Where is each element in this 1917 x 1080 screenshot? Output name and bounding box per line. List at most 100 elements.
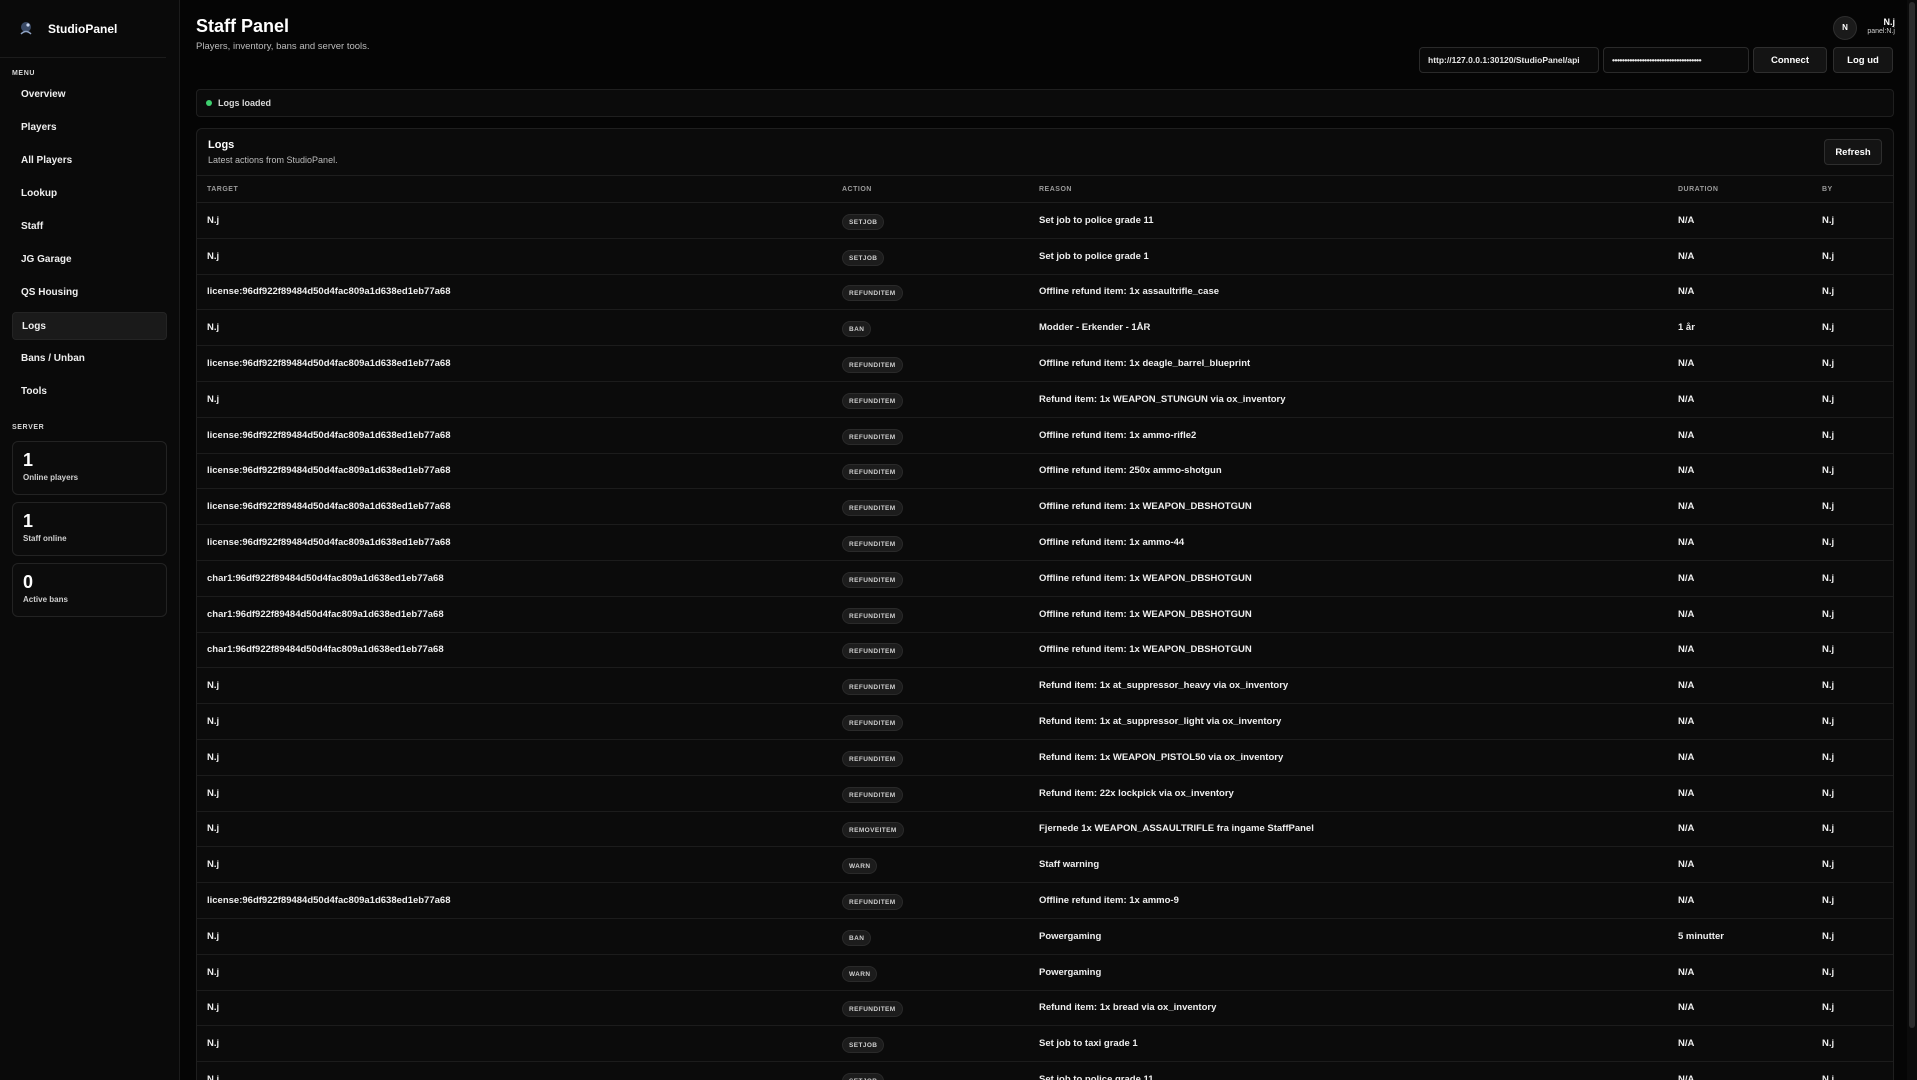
log-target: N.j (207, 1074, 220, 1080)
table-row[interactable]: char1:96df922f89484d50d4fac809a1d638ed1e… (197, 633, 1893, 669)
logs-header: Logs Latest actions from StudioPanel. Re… (197, 129, 1893, 175)
log-target: license:96df922f89484d50d4fac809a1d638ed… (207, 429, 451, 441)
log-action-cell: REFUNDITEM (842, 676, 1039, 696)
action-badge: WARN (842, 858, 878, 875)
stat-card: 1 Online players (12, 441, 167, 495)
table-row[interactable]: N.j REFUNDITEM Refund item: 1x at_suppress… (197, 704, 1893, 740)
log-target: N.j (207, 322, 220, 334)
log-target: N.j (207, 680, 220, 692)
table-row[interactable]: license:96df922f89484d50d4fac809a1d638ed… (197, 489, 1893, 526)
log-reason: Offline refund item: 1x ammo-9 (1039, 895, 1179, 907)
log-by: N.j (1822, 429, 1835, 441)
log-by: N.j (1822, 895, 1835, 907)
log-action-cell: REFUNDITEM (842, 497, 1039, 517)
refresh-button[interactable]: Refresh (1824, 139, 1882, 165)
log-duration: N/A (1678, 751, 1695, 763)
sidebar-item-players[interactable]: Players (12, 114, 167, 142)
table-row[interactable]: license:96df922f89484d50d4fac809a1d638ed… (197, 418, 1893, 454)
sidebar-item-all-players[interactable]: All Players (12, 147, 167, 175)
sidebar-item-qs-housing[interactable]: QS Housing (12, 279, 167, 307)
table-row[interactable]: char1:96df922f89484d50d4fac809a1d638ed1e… (197, 561, 1893, 597)
sidebar-item-bans-unban[interactable]: Bans / Unban (12, 345, 167, 373)
log-by: N.j (1822, 501, 1835, 513)
api-url-input[interactable] (1419, 47, 1599, 73)
sidebar: StudioPanel MENU Overview Players All Play… (0, 0, 180, 1080)
connect-button[interactable]: Connect (1753, 47, 1827, 73)
log-target: char1:96df922f89484d50d4fac809a1d638ed1e… (207, 608, 444, 620)
scrollbar-thumb[interactable] (1909, 2, 1915, 1028)
action-badge: REFUNDITEM (842, 464, 903, 481)
table-row[interactable]: N.j REFUNDITEM Refund item: 1x WEAPON_PIST… (197, 740, 1893, 776)
log-target: license:96df922f89484d50d4fac809a1d638ed… (207, 501, 451, 513)
log-reason: Refund item: 1x bread via ox_inventory (1039, 1002, 1217, 1014)
column-header-action[interactable]: ACTION (842, 186, 1039, 193)
table-row[interactable]: license:96df922f89484d50d4fac809a1d638ed… (197, 346, 1893, 382)
table-row[interactable]: N.j WARN Staff warning N/A N.j (197, 847, 1893, 884)
stat-value: 1 (23, 511, 34, 531)
table-row[interactable]: license:96df922f89484d50d4fac809a1d638ed… (197, 275, 1893, 311)
logs-subtitle: Latest actions from StudioPanel. (208, 155, 338, 165)
log-by: N.j (1822, 1074, 1835, 1080)
table-row[interactable]: N.j REFUNDITEM Refund item: 22x lockpick v… (197, 776, 1893, 812)
sidebar-item-jg-garage[interactable]: JG Garage (12, 246, 167, 274)
log-by: N.j (1822, 286, 1835, 298)
log-by: N.j (1822, 823, 1835, 835)
header: Staff Panel Players, inventory, bans and… (196, 0, 1917, 80)
menu-section-label: MENU (12, 70, 36, 77)
action-badge: REFUNDITEM (842, 500, 903, 517)
table-row[interactable]: N.j SETJOB Set job to police grade 1 N/A N.j (197, 239, 1893, 275)
log-reason: Offline refund item: 1x WEAPON_DBSHOTGUN (1039, 608, 1252, 620)
log-reason: Set job to police grade 11 (1039, 214, 1154, 226)
table-row[interactable]: N.j SETJOB Set job to taxi grade 1 N/A N.j (197, 1026, 1893, 1063)
table-row[interactable]: N.j REFUNDITEM Refund item: 1x bread via o… (197, 991, 1893, 1027)
log-duration: N/A (1678, 1038, 1695, 1050)
stat-label: Staff online (23, 534, 67, 543)
stat-label: Active bans (23, 595, 68, 604)
sidebar-item-overview[interactable]: Overview (12, 81, 167, 109)
action-badge: REFUNDITEM (842, 894, 903, 911)
table-row[interactable]: N.j SETJOB Set job to police grade 11 N/A N.… (197, 203, 1893, 239)
column-header-reason[interactable]: REASON (1039, 186, 1678, 193)
table-row[interactable]: N.j REMOVEITEM Fjernede 1x WEAPON_ASSAULTR… (197, 812, 1893, 848)
log-by: N.j (1822, 393, 1835, 405)
log-action-cell: REFUNDITEM (842, 891, 1039, 911)
logout-button[interactable]: Log ud (1833, 47, 1893, 73)
table-row[interactable]: license:96df922f89484d50d4fac809a1d638ed… (197, 454, 1893, 490)
table-row[interactable]: N.j BAN Powergaming 5 minutter N.j (197, 919, 1893, 955)
page-scrollbar[interactable] (1907, 0, 1917, 1080)
table-row[interactable]: N.j REFUNDITEM Refund item: 1x WEAPON_STUN… (197, 382, 1893, 418)
table-row[interactable]: N.j SETJOB Set job to police grade 11 N/A N.… (197, 1062, 1893, 1080)
server-section-label: SERVER (12, 424, 45, 431)
log-action-cell: REFUNDITEM (842, 426, 1039, 445)
log-duration: N/A (1678, 1002, 1695, 1014)
sidebar-item-staff[interactable]: Staff (12, 213, 167, 241)
log-duration: N/A (1678, 716, 1695, 728)
action-badge: REFUNDITEM (842, 786, 903, 803)
column-header-target[interactable]: TARGET (197, 186, 842, 193)
table-row[interactable]: license:96df922f89484d50d4fac809a1d638ed… (197, 883, 1893, 919)
table-row[interactable]: license:96df922f89484d50d4fac809a1d638ed… (197, 525, 1893, 561)
log-reason: Offline refund item: 1x ammo-44 (1039, 537, 1185, 549)
log-target: N.j (207, 393, 220, 405)
log-target: license:96df922f89484d50d4fac809a1d638ed… (207, 895, 451, 907)
log-action-cell: SETJOB (842, 211, 1039, 230)
log-by: N.j (1822, 930, 1835, 942)
log-duration: N/A (1678, 537, 1695, 549)
action-badge: REMOVEITEM (842, 822, 904, 839)
avatar[interactable]: N (1833, 16, 1857, 40)
table-row[interactable]: N.j WARN Powergaming N/A N.j (197, 955, 1893, 991)
log-target: license:96df922f89484d50d4fac809a1d638ed… (207, 358, 451, 370)
table-row[interactable]: N.j REFUNDITEM Refund item: 1x at_suppress… (197, 668, 1893, 705)
brand: StudioPanel (0, 0, 166, 58)
sidebar-item-lookup[interactable]: Lookup (12, 180, 167, 208)
api-key-input[interactable] (1603, 47, 1749, 73)
column-header-by[interactable]: BY (1822, 186, 1833, 193)
log-reason: Offline refund item: 1x deagle_barrel_bl… (1039, 358, 1251, 370)
table-row[interactable]: N.j BAN Modder - Erkender - 1ÅR 1 år N.j (197, 310, 1893, 347)
action-badge: REFUNDITEM (842, 1001, 903, 1018)
sidebar-item-tools[interactable]: Tools (12, 378, 167, 406)
sidebar-item-logs[interactable]: Logs (12, 312, 167, 340)
log-reason: Refund item: 1x at_suppressor_light via … (1039, 716, 1282, 728)
table-row[interactable]: char1:96df922f89484d50d4fac809a1d638ed1e… (197, 597, 1893, 633)
column-header-duration[interactable]: DURATION (1678, 186, 1822, 193)
